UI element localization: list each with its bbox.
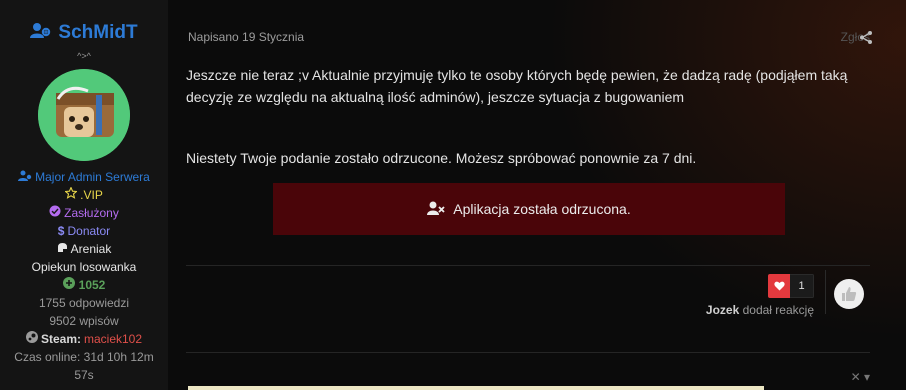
group-primary-label: Major Admin Serwera — [35, 170, 150, 184]
check-circle-icon — [49, 204, 61, 222]
share-icon[interactable] — [860, 31, 872, 49]
rejection-status-box: Aplikacja została odrzucona. — [273, 183, 785, 235]
online-time-cont: 57s — [74, 368, 94, 382]
group-zasluzony: Zasłużony — [0, 204, 168, 222]
user-times-icon — [427, 201, 445, 218]
group-areniak-label: Areniak — [70, 242, 112, 256]
post-body: Jeszcze nie teraz ;v Aktualnie przyjmuję… — [186, 67, 848, 105]
post-content: Napisano 19 Stycznia Zgłoś Jeszcze nie t… — [168, 0, 906, 390]
answers-count: 1755 odpowiedzi — [38, 296, 130, 310]
reaction-action: dodał reakcję — [742, 303, 814, 317]
steam-info: Steam: maciek102 — [0, 330, 168, 348]
reputation-value: 1052 — [78, 278, 106, 292]
reputation: 1052 — [0, 276, 168, 294]
steam-label: Steam: — [40, 332, 81, 346]
rejection-note: Niestety Twoje podanie zostało odrzucone… — [186, 150, 697, 166]
group-donator: $ Donator — [0, 222, 168, 240]
reaction-button[interactable]: 1 — [768, 274, 814, 298]
reaction-separator — [825, 270, 826, 314]
post-date[interactable]: Napisano 19 Stycznia — [188, 30, 304, 44]
divider-top — [186, 265, 870, 266]
reaction-summary: Jozek dodał reakcję — [706, 303, 814, 317]
user-group-icon — [18, 168, 32, 186]
plus-circle-icon — [62, 276, 75, 294]
group-areniak: Areniak — [0, 240, 168, 258]
avatar[interactable] — [38, 69, 130, 161]
helmet-icon — [57, 240, 68, 258]
heart-icon — [768, 274, 790, 298]
reply-editor-bar[interactable] — [188, 386, 764, 390]
group-donator-label: Donator — [67, 224, 111, 238]
online-time: Czas online: 31d 10h 12m — [14, 350, 154, 364]
author-header: SchMidT — [0, 22, 168, 43]
author-name-link[interactable]: SchMidT — [58, 23, 137, 42]
dollar-icon: $ — [57, 224, 65, 238]
author-sidebar: SchMidT ^>^ Major Admin Serwera .VIP Zas… — [0, 0, 168, 390]
user-group-icon — [30, 22, 52, 43]
status-box-label: Aplikacja została odrzucona. — [453, 201, 631, 217]
divider-bottom — [186, 352, 870, 353]
reaction-user-link[interactable]: Jozek — [706, 303, 739, 317]
steam-icon — [25, 330, 38, 348]
group-opiekun: Opiekun losowanka — [31, 260, 137, 274]
star-icon — [64, 186, 78, 204]
thumbs-up-icon[interactable] — [834, 279, 864, 309]
group-primary: Major Admin Serwera — [0, 168, 168, 186]
group-vip-label: .VIP — [80, 188, 103, 202]
editor-tools[interactable]: ✕ ▾ — [851, 370, 870, 384]
steam-user-link[interactable]: maciek102 — [84, 330, 142, 348]
posts-count: 9502 wpisów — [49, 314, 119, 328]
reaction-count: 1 — [790, 274, 814, 298]
author-title: ^>^ — [77, 51, 91, 61]
group-vip: .VIP — [0, 186, 168, 204]
group-zasluzony-label: Zasłużony — [64, 206, 119, 220]
